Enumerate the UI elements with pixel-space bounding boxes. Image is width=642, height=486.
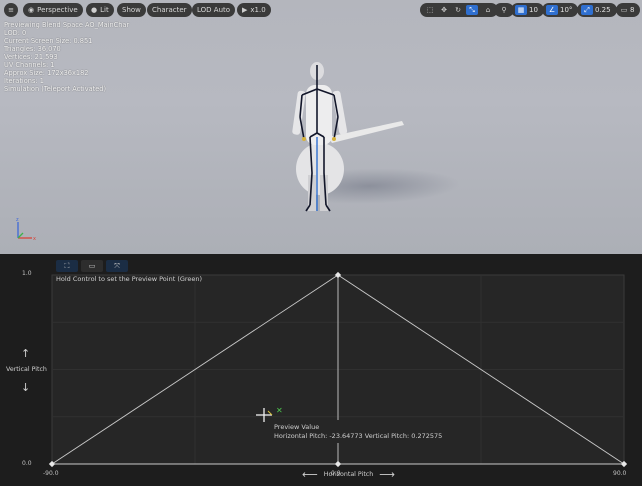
camera-icon[interactable]: ▭ — [620, 5, 628, 15]
grid-snap-group: ▦ 10 — [511, 3, 544, 17]
scale-snap-value[interactable]: 0.25 — [595, 6, 611, 14]
rotation-snap-group: ∠ 10° — [542, 3, 579, 17]
x-tick-min: -90.0 — [43, 470, 59, 477]
horizontal-arrow-left-icon: ⟵ — [302, 467, 318, 481]
select-tool-icon[interactable]: ⬚ — [424, 5, 436, 15]
lit-sphere-icon: ● — [91, 6, 98, 14]
character-button[interactable]: Character — [147, 3, 192, 17]
vertical-axis-label: Vertical Pitch — [6, 366, 47, 373]
lit-button[interactable]: ● Lit — [86, 3, 114, 17]
preview-point-icon[interactable]: ✕ — [276, 406, 283, 415]
y-tick-min: 0.0 — [22, 460, 32, 467]
viewport-stats: Previewing Blend Space AO_MainChar LOD: … — [4, 21, 130, 93]
angle-snap-icon[interactable]: ∠ — [546, 5, 558, 15]
vertical-arrow-up-icon: ↑ — [21, 347, 31, 360]
preview-viewport[interactable]: ≡ ◉ Perspective ● Lit Show Character LOD A… — [0, 0, 642, 254]
x-tick-max: 90.0 — [613, 470, 627, 477]
character-mesh[interactable] — [260, 55, 420, 225]
scale-snap-icon[interactable]: ⤢ — [581, 5, 593, 15]
blend-space-editor[interactable]: ⛶ ▭ ⤧ Hold Control to set the Preview Po… — [0, 254, 642, 486]
globe-icon[interactable]: ⌂ — [482, 5, 494, 15]
viewport-toolbar: ≡ ◉ Perspective ● Lit Show Character LOD A… — [0, 0, 642, 20]
move-tool-icon[interactable]: ✥ — [438, 5, 450, 15]
play-speed-button[interactable]: ▶ x1.0 — [237, 3, 271, 17]
rotate-tool-icon[interactable]: ↻ — [452, 5, 464, 15]
tooltip-value: Horizontal Pitch: -23.64773 Vertical Pit… — [274, 432, 443, 440]
y-tick-max: 1.0 — [22, 270, 32, 277]
rotation-snap-value[interactable]: 10° — [560, 6, 572, 14]
horizontal-axis-label: Horizontal Pitch — [323, 470, 374, 478]
show-button[interactable]: Show — [117, 3, 146, 17]
preview-value-tooltip: Preview Value Horizontal Pitch: -23.6477… — [270, 420, 450, 443]
scale-tool-icon[interactable]: ⤡ — [466, 5, 478, 15]
grid-snap-icon[interactable]: ▦ — [515, 5, 527, 15]
tooltip-title: Preview Value — [274, 423, 320, 431]
scale-snap-group: ⤢ 0.25 — [577, 3, 617, 17]
horizontal-axis-label-group: ⟵ Horizontal Pitch ⟶ — [296, 467, 401, 481]
camera-speed-group: ▭ 8 — [616, 3, 641, 17]
camera-speed-value[interactable]: 8 — [630, 6, 634, 14]
hamburger-icon[interactable]: ≡ — [4, 3, 18, 17]
blend-space-grid[interactable] — [0, 254, 642, 486]
perspective-icon: ◉ — [28, 6, 35, 14]
lod-button[interactable]: LOD Auto — [192, 3, 236, 17]
svg-text:z: z — [16, 218, 19, 223]
editor-hint: Hold Control to set the Preview Point (G… — [56, 275, 203, 283]
svg-text:x: x — [33, 236, 36, 242]
vertical-arrow-down-icon: ↓ — [21, 381, 31, 394]
horizontal-arrow-right-icon: ⟶ — [379, 467, 396, 481]
perspective-button[interactable]: ◉ Perspective — [23, 3, 83, 17]
play-icon: ▶ — [242, 6, 248, 14]
surface-snap-icon[interactable]: ⚲ — [498, 5, 510, 15]
grid-snap-value[interactable]: 10 — [529, 6, 538, 14]
axis-gizmo: z x — [16, 218, 36, 242]
